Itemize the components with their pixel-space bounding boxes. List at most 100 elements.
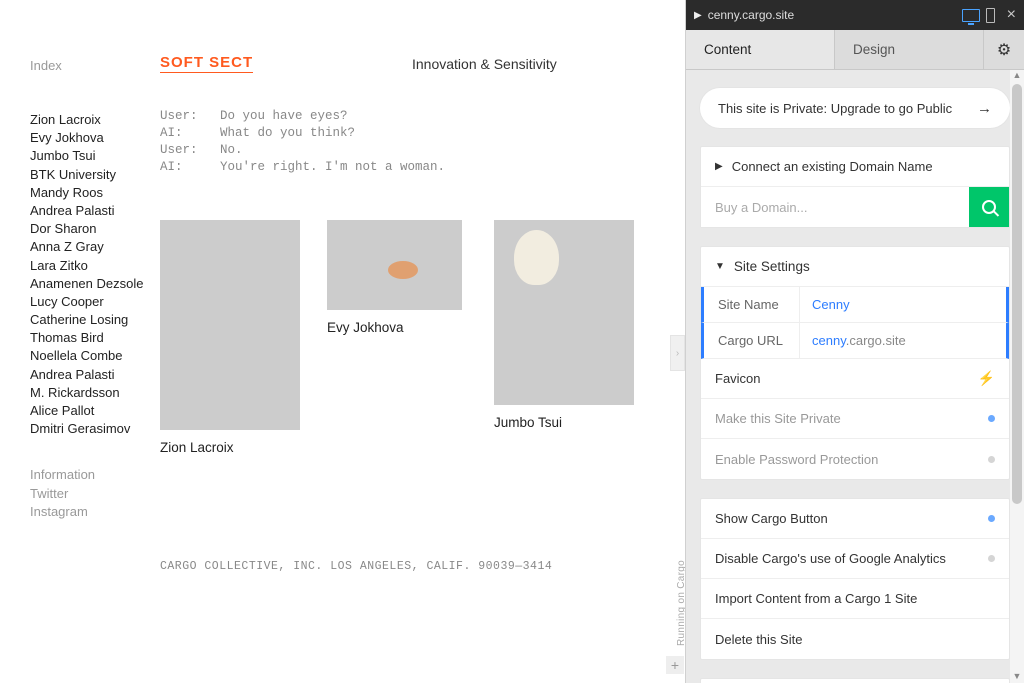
site-name-label: Site Name (704, 287, 800, 322)
site-name-value: Cenny (800, 297, 850, 312)
artist-link[interactable]: Jumbo Tsui (30, 147, 150, 165)
import-label: Import Content from a Cargo 1 Site (715, 591, 917, 606)
site-settings-title: Site Settings (734, 259, 810, 274)
admin-panel: ▶ cenny.cargo.site × Content Design ⚙ Th… (685, 0, 1024, 683)
conversation-block: User: Do you have eyes? AI: What do you … (160, 108, 445, 176)
password-label: Enable Password Protection (715, 452, 878, 467)
panel-topbar: ▶ cenny.cargo.site × (686, 0, 1024, 30)
cargo-button-row[interactable]: Show Cargo Button (701, 499, 1009, 539)
artist-link[interactable]: Mandy Roos (30, 184, 150, 202)
artist-link[interactable]: Dmitri Gerasimov (30, 420, 150, 438)
info-links: InformationTwitterInstagram (30, 466, 150, 521)
chevron-down-icon: ▼ (715, 261, 725, 272)
scroll-up-arrow-icon[interactable]: ▲ (1012, 70, 1022, 82)
sidebar: Index Zion LacroixEvy JokhovaJumbo TsuiB… (30, 58, 150, 521)
artist-link[interactable]: Evy Jokhova (30, 129, 150, 147)
artist-link[interactable]: BTK University (30, 166, 150, 184)
tab-content[interactable]: Content (686, 30, 835, 69)
bolt-icon: ⚡ (978, 370, 995, 387)
desktop-icon[interactable] (962, 9, 980, 22)
upgrade-pill-label: This site is Private: Upgrade to go Publ… (718, 101, 952, 116)
status-dot-icon (988, 555, 995, 562)
status-dot-icon (988, 456, 995, 463)
tab-design[interactable]: Design (835, 30, 984, 69)
info-link[interactable]: Information (30, 466, 150, 484)
artist-link[interactable]: Andrea Palasti (30, 202, 150, 220)
info-link[interactable]: Twitter (30, 485, 150, 503)
connect-domain-row[interactable]: ▶ Connect an existing Domain Name (701, 147, 1009, 187)
artist-link[interactable]: Noellela Combe (30, 347, 150, 365)
site-settings-header[interactable]: ▼ Site Settings (701, 247, 1009, 287)
scroll-thumb[interactable] (1012, 84, 1022, 504)
artist-link[interactable]: Thomas Bird (30, 329, 150, 347)
artist-link[interactable]: Lucy Cooper (30, 293, 150, 311)
gallery-image (327, 220, 462, 310)
gallery-image (494, 220, 634, 405)
cargo-url-row[interactable]: Cargo URL cenny.cargo.site (701, 323, 1009, 359)
artist-list: Zion LacroixEvy JokhovaJumbo TsuiBTK Uni… (30, 111, 150, 438)
scroll-down-arrow-icon[interactable]: ▼ (1012, 671, 1022, 683)
site-settings-card: ▼ Site Settings Site Name Cenny Cargo UR… (700, 246, 1010, 480)
buy-domain-row (701, 187, 1009, 227)
cargo-url-value: cenny.cargo.site (800, 333, 906, 348)
artist-link[interactable]: Catherine Losing (30, 311, 150, 329)
site-preview: Index Zion LacroixEvy JokhovaJumbo TsuiB… (0, 0, 685, 683)
disable-ga-row[interactable]: Disable Cargo's use of Google Analytics (701, 539, 1009, 579)
brand-title[interactable]: SOFT SECT (160, 54, 253, 73)
gallery-card[interactable]: Evy Jokhova (327, 220, 462, 335)
artist-link[interactable]: Dor Sharon (30, 220, 150, 238)
status-dot-icon (988, 415, 995, 422)
gallery-caption: Zion Lacroix (160, 440, 300, 455)
import-row[interactable]: Import Content from a Cargo 1 Site (701, 579, 1009, 619)
delete-site-row[interactable]: Delete this Site (701, 619, 1009, 659)
gallery-caption: Jumbo Tsui (494, 415, 634, 430)
favicon-row[interactable]: Favicon ⚡ (701, 359, 1009, 399)
domain-search-button[interactable] (969, 187, 1009, 227)
expand-panel-tab[interactable]: › (670, 335, 685, 371)
panel-body: This site is Private: Upgrade to go Publ… (686, 70, 1024, 683)
favicon-label: Favicon (715, 371, 761, 386)
password-row[interactable]: Enable Password Protection (701, 439, 1009, 479)
status-dot-icon (988, 515, 995, 522)
device-toggle (962, 8, 995, 23)
chevron-right-icon: ▶ (715, 161, 723, 172)
make-private-row[interactable]: Make this Site Private (701, 399, 1009, 439)
close-icon[interactable]: × (1007, 6, 1016, 24)
info-link[interactable]: Instagram (30, 503, 150, 521)
artist-link[interactable]: Anamenen Dezsole (30, 275, 150, 293)
footer-credit: CARGO COLLECTIVE, INC. LOS ANGELES, CALI… (160, 560, 552, 573)
artist-link[interactable]: Andrea Palasti (30, 366, 150, 384)
artist-link[interactable]: M. Rickardsson (30, 384, 150, 402)
account-settings-card: ▶ Cargo Account Settings (700, 678, 1010, 683)
mobile-icon[interactable] (986, 8, 995, 23)
arrow-right-icon: → (977, 100, 992, 117)
artist-link[interactable]: Alice Pallot (30, 402, 150, 420)
artist-link[interactable]: Zion Lacroix (30, 111, 150, 129)
site-name-row[interactable]: Site Name Cenny (701, 287, 1009, 323)
panel-tabs: Content Design ⚙ (686, 30, 1024, 70)
cargo-button-label: Show Cargo Button (715, 511, 828, 526)
site-url[interactable]: cenny.cargo.site (708, 8, 962, 22)
search-icon (982, 200, 996, 214)
artist-link[interactable]: Lara Zitko (30, 257, 150, 275)
back-arrow-icon[interactable]: ▶ (694, 10, 702, 21)
disable-ga-label: Disable Cargo's use of Google Analytics (715, 551, 946, 566)
site-options-card: Show Cargo Button Disable Cargo's use of… (700, 498, 1010, 660)
gallery-card[interactable]: Zion Lacroix (160, 220, 300, 455)
make-private-label: Make this Site Private (715, 411, 841, 426)
index-heading: Index (30, 58, 150, 73)
buy-domain-input[interactable] (701, 187, 969, 227)
gallery-card[interactable]: Jumbo Tsui (494, 220, 634, 430)
account-settings-row[interactable]: ▶ Cargo Account Settings (701, 679, 1009, 683)
tagline: Innovation & Sensitivity (412, 56, 557, 72)
cargo-url-label: Cargo URL (704, 323, 800, 358)
domain-card: ▶ Connect an existing Domain Name (700, 146, 1010, 228)
upgrade-pill[interactable]: This site is Private: Upgrade to go Publ… (700, 88, 1010, 128)
delete-site-label: Delete this Site (715, 632, 802, 647)
add-button[interactable]: + (666, 656, 684, 674)
artist-link[interactable]: Anna Z Gray (30, 238, 150, 256)
settings-gear-icon[interactable]: ⚙ (984, 30, 1024, 69)
gallery-caption: Evy Jokhova (327, 320, 462, 335)
connect-domain-label: Connect an existing Domain Name (732, 159, 933, 174)
panel-scrollbar[interactable]: ▲ ▼ (1010, 70, 1024, 683)
